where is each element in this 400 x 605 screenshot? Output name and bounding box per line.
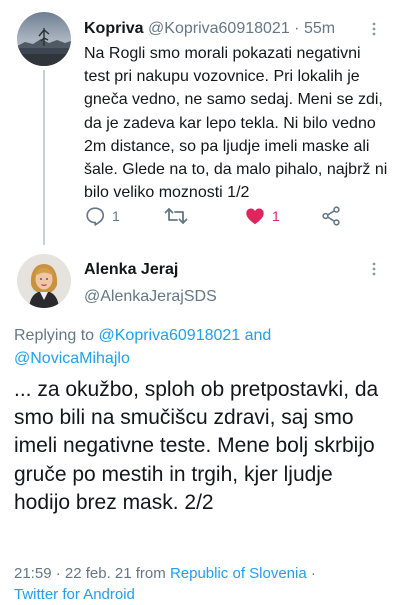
heart-icon xyxy=(244,205,266,227)
avatar[interactable] xyxy=(17,254,71,308)
client-link[interactable]: Twitter for Android xyxy=(14,586,135,603)
tweet-timestamp[interactable]: 55m xyxy=(304,20,335,37)
author-handle[interactable]: @AlenkaJerajSDS xyxy=(84,286,217,308)
retweet-button[interactable] xyxy=(164,204,194,228)
author-name[interactable]: Alenka Jeraj xyxy=(84,259,178,281)
reply-icon xyxy=(84,205,106,227)
location-link[interactable]: Republic of Slovenia xyxy=(170,565,307,582)
meta-separator: · xyxy=(306,565,316,582)
tweet-thread-page: Kopriva @Kopriva60918021 · 55m Na Rogli … xyxy=(0,0,400,605)
retweet-icon xyxy=(164,205,188,227)
mention-link[interactable]: @Kopriva60918021 xyxy=(99,327,241,344)
parent-tweet[interactable]: Kopriva @Kopriva60918021 · 55m Na Rogli … xyxy=(0,0,400,245)
separator-dot: · xyxy=(294,20,300,37)
thread-connector-line xyxy=(43,70,45,245)
tweet-timestamp: 21:59 · 22 feb. 21 from xyxy=(14,565,170,582)
more-icon[interactable] xyxy=(371,262,377,276)
author-name[interactable]: Kopriva xyxy=(84,20,144,37)
avatar[interactable] xyxy=(17,12,71,66)
reply-count: 1 xyxy=(112,208,120,224)
more-icon[interactable] xyxy=(371,22,377,36)
author-handle[interactable]: @Kopriva60918021 xyxy=(148,20,290,37)
tweet-metadata: 21:59 · 22 feb. 21 from Republic of Slov… xyxy=(14,563,394,605)
share-icon xyxy=(320,205,342,227)
mention-link[interactable]: @NovicaMihajlo xyxy=(14,350,130,367)
replying-to: Replying to @Kopriva60918021 and @Novica… xyxy=(14,324,384,370)
reply-button[interactable]: 1 xyxy=(84,204,120,228)
replying-prefix: Replying to xyxy=(14,327,99,344)
like-count: 1 xyxy=(272,208,280,224)
tweet-actions: 1 1 xyxy=(84,204,394,228)
tweet-text: Na Rogli smo morali pokazati negativni t… xyxy=(84,45,388,202)
tweet-header: Kopriva @Kopriva60918021 · 55m xyxy=(84,18,384,40)
share-button[interactable] xyxy=(320,204,342,228)
replying-and[interactable]: and xyxy=(240,327,272,344)
tweet-text: ... za okužbo, sploh ob pretpostavki, da… xyxy=(14,378,379,514)
like-button[interactable]: 1 xyxy=(244,204,280,228)
